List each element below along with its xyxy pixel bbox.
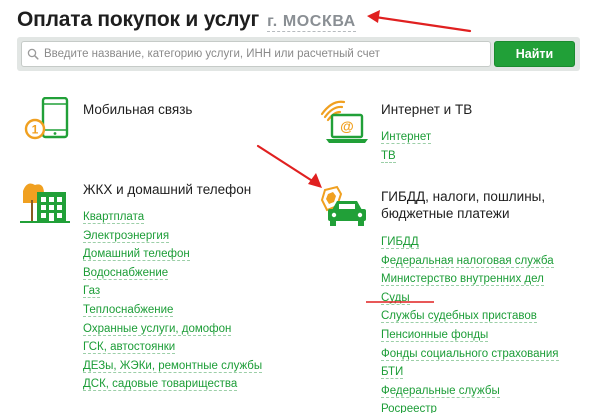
search-icon xyxy=(22,42,44,66)
service-link[interactable]: ГСК, автостоянки xyxy=(83,341,176,355)
list-item: Федеральные службы xyxy=(381,381,559,400)
service-link[interactable]: Теплоснабжение xyxy=(83,303,174,317)
service-link[interactable]: Фонды социального страхования xyxy=(381,347,559,361)
svg-text:1: 1 xyxy=(32,123,39,137)
list-item: Службы судебных приставов xyxy=(381,306,559,325)
list-item: Фонды социального страхования xyxy=(381,344,559,363)
category-title[interactable]: Мобильная связь xyxy=(83,101,192,118)
service-link[interactable]: Интернет xyxy=(381,131,432,144)
category-title[interactable]: ЖКХ и домашний телефон xyxy=(83,181,251,198)
service-link[interactable]: Водоснабжение xyxy=(83,266,169,280)
service-link[interactable]: БТИ xyxy=(381,366,404,380)
list-item: Министерство внутренних дел xyxy=(381,269,559,288)
service-link[interactable]: Суды xyxy=(381,291,410,305)
list-item: Пенсионные фонды xyxy=(381,325,559,344)
service-link[interactable]: Пенсионные фонды xyxy=(381,328,489,342)
link-list: Квартплата Электроэнергия Домашний телеф… xyxy=(83,207,263,393)
list-item: ДЕЗы, ЖЭКи, ремонтные службы xyxy=(83,356,263,375)
list-item: Водоснабжение xyxy=(83,263,262,282)
service-link[interactable]: Федеральные службы xyxy=(381,384,500,398)
svg-text:@: @ xyxy=(340,118,354,134)
annotation-arrow xyxy=(367,10,472,33)
list-item: ТВ xyxy=(381,146,431,165)
service-link[interactable]: Газ xyxy=(83,285,101,299)
service-link[interactable]: Росреестр xyxy=(381,403,437,413)
service-link[interactable]: ДЕЗы, ЖЭКи, ремонтные службы xyxy=(83,359,263,373)
page-title: Оплата покупок и услуг xyxy=(17,8,260,31)
category-title[interactable]: Интернет и ТВ xyxy=(381,101,472,118)
list-item: Интернет xyxy=(381,127,432,146)
annotation-arrow xyxy=(256,144,322,188)
service-link[interactable]: Федеральная налоговая служба xyxy=(381,254,554,268)
service-link[interactable]: Электроэнергия xyxy=(83,229,170,243)
city-selector[interactable]: г. МОСКВА xyxy=(267,13,356,32)
search-box[interactable] xyxy=(21,41,491,67)
category-title[interactable]: бюджетные платежи xyxy=(381,205,510,222)
list-item: Теплоснабжение xyxy=(83,300,262,319)
category-title[interactable]: ГИБДД, налоги, пошлины, xyxy=(381,188,545,205)
list-item: БТИ xyxy=(381,362,559,381)
list-item: ДСК, садовые товарищества xyxy=(83,374,262,393)
list-item: Квартплата xyxy=(83,207,262,226)
service-link[interactable]: Квартплата xyxy=(83,211,145,224)
list-item: Росреестр xyxy=(381,399,559,413)
service-link[interactable]: Домашний телефон xyxy=(83,248,190,262)
search-input[interactable] xyxy=(44,43,490,65)
laptop-wifi-icon: @ xyxy=(318,97,368,147)
service-link[interactable]: Охранные услуги, домофон xyxy=(83,322,232,336)
list-item: Домашний телефон xyxy=(83,244,262,263)
list-item: Газ xyxy=(83,281,262,300)
service-link[interactable]: ГИБДД xyxy=(381,236,419,249)
service-link[interactable]: Службы судебных приставов xyxy=(381,310,537,324)
find-button[interactable]: Найти xyxy=(494,41,575,67)
mobile-phone-icon: 1 xyxy=(22,96,72,147)
link-list: ГИБДД Федеральная налоговая служба Минис… xyxy=(381,232,559,413)
page-header: Оплата покупок и услуг г. МОСКВА xyxy=(17,8,356,38)
list-item: Суды xyxy=(381,288,559,307)
list-item: Охранные услуги, домофон xyxy=(83,319,262,338)
service-link[interactable]: ТВ xyxy=(381,149,396,163)
service-link[interactable]: Министерство внутренних дел xyxy=(381,273,544,287)
list-item: Федеральная налоговая служба xyxy=(381,251,559,270)
search-bar: Найти xyxy=(17,37,580,71)
car-emblem-icon xyxy=(319,184,369,234)
list-item: Электроэнергия xyxy=(83,226,262,245)
building-icon xyxy=(20,178,70,228)
list-item: ГСК, автостоянки xyxy=(83,337,262,356)
list-item: ГИБДД xyxy=(381,232,559,251)
link-list: Интернет ТВ xyxy=(381,127,432,165)
service-link[interactable]: ДСК, садовые товарищества xyxy=(83,378,238,392)
